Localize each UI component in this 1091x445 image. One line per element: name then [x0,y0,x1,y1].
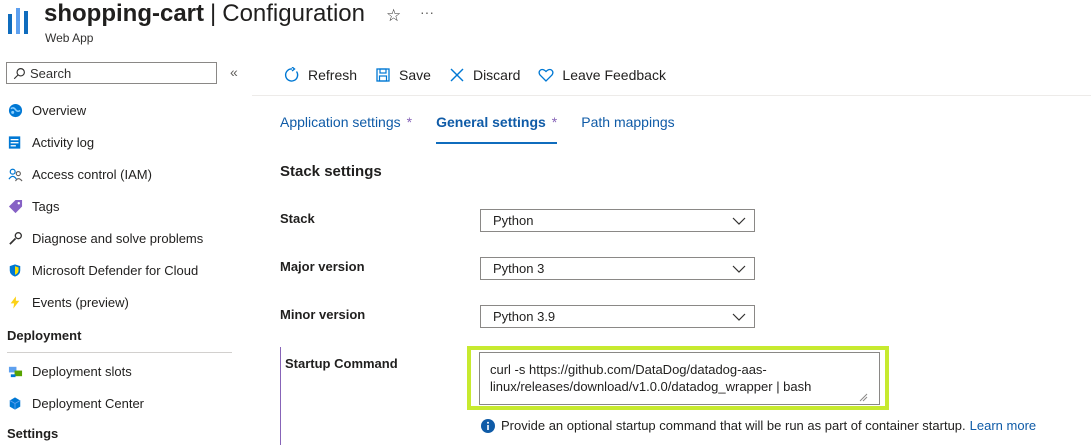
startup-command-input[interactable]: curl -s https://github.com/DataDog/datad… [479,352,880,405]
star-outline-icon[interactable]: ☆ [386,6,401,26]
tab-label: Application settings [280,114,401,130]
search-input[interactable] [30,65,210,81]
resource-menu: « Overview Activity log Access control (… [0,56,250,445]
minor-version-label: Minor version [280,307,366,322]
sidebar-item-overview[interactable]: Overview [0,94,250,126]
stack-dropdown[interactable]: Python [480,209,755,232]
sidebar-item-label: Tags [32,198,60,214]
title-separator: | [210,0,217,27]
discard-button[interactable]: Discard [449,67,520,83]
sidebar-item-label: Overview [32,102,87,118]
sidebar-item-deployment-center[interactable]: Deployment Center [0,387,250,419]
wrench-icon [7,230,23,246]
chevron-down-icon [732,265,746,273]
info-icon [481,418,495,433]
toolbar-divider [252,95,1091,96]
startup-command-label: Startup Command [285,356,398,371]
page-header: shopping-cart | Configuration ☆ ··· Web … [0,0,1091,52]
activity-log-icon [7,134,23,150]
stack-label: Stack [280,211,315,226]
save-label: Save [399,67,431,83]
resource-type: Web App [45,31,94,45]
search-box[interactable] [6,62,217,84]
sidebar-item-label: Deployment Center [32,395,144,411]
search-icon [13,67,25,79]
blade-title: Configuration [222,0,365,27]
sidebar-item-label: Events (preview) [32,294,129,310]
minor-version-value: Python 3.9 [493,309,556,324]
chevron-down-icon [732,217,746,225]
refresh-icon [284,67,299,82]
people-icon [7,166,23,182]
sidebar-item-deployment-slots[interactable]: Deployment slots [0,355,250,387]
shield-icon [7,262,23,278]
leave-feedback-button[interactable]: Leave Feedback [538,67,666,83]
modified-indicator: * [406,114,413,130]
sidebar-item-label: Microsoft Defender for Cloud [32,262,199,278]
settings-tabs: Application settings * General settings … [280,112,699,144]
stack-value: Python [493,213,534,228]
refresh-label: Refresh [308,67,358,83]
sidebar-item-events[interactable]: Events (preview) [0,286,250,318]
command-bar: Refresh Save Discard Leave Feedback [284,64,684,86]
major-version-dropdown[interactable]: Python 3 [480,257,755,280]
web-app-logo-icon [8,8,28,34]
tab-application-settings[interactable]: Application settings * [280,112,412,144]
sidebar-item-activity-log[interactable]: Activity log [0,126,250,158]
lightning-icon [7,294,23,310]
tab-label: Path mappings [581,114,675,130]
sidebar-item-tags[interactable]: Tags [0,190,250,222]
resize-grip-icon[interactable] [858,392,868,402]
major-version-label: Major version [280,259,365,274]
sidebar-item-label: Activity log [32,134,95,150]
learn-more-link[interactable]: Learn more [970,418,1036,433]
sidebar-item-label: Diagnose and solve problems [32,230,204,246]
deployment-slots-icon [7,363,23,379]
double-chevron-left-icon[interactable]: « [230,64,238,80]
save-button[interactable]: Save [375,67,431,83]
close-icon [450,68,464,82]
resource-name: shopping-cart [44,0,204,27]
major-version-value: Python 3 [493,261,545,276]
sidebar-item-label: Access control (IAM) [32,166,152,182]
save-icon [376,68,390,82]
section-heading-settings: Settings [7,426,59,441]
startup-command-info: Provide an optional startup command that… [481,418,1036,433]
tag-icon [7,198,23,214]
sidebar-item-diagnose[interactable]: Diagnose and solve problems [0,222,250,254]
chevron-down-icon [732,313,746,321]
modified-indicator: * [551,114,558,130]
globe-icon [7,102,23,118]
sidebar-item-label: Deployment slots [32,363,132,379]
tab-label: General settings [436,114,546,130]
section-heading-stack-settings: Stack settings [280,163,382,180]
ellipsis-icon[interactable]: ··· [420,4,434,20]
nav-list: Overview Activity log Access control (IA… [0,94,250,441]
tab-general-settings[interactable]: General settings * [436,112,558,144]
heart-icon [538,68,554,82]
modified-field-bar [280,347,281,445]
feedback-label: Leave Feedback [562,67,666,83]
section-heading-deployment: Deployment [7,327,82,343]
info-text: Provide an optional startup command that… [501,418,966,433]
minor-version-dropdown[interactable]: Python 3.9 [480,305,755,328]
tab-path-mappings[interactable]: Path mappings [581,112,674,144]
refresh-button[interactable]: Refresh [284,67,357,83]
sidebar-item-defender[interactable]: Microsoft Defender for Cloud [0,254,250,286]
discard-label: Discard [472,67,521,83]
section-divider [7,352,232,353]
sidebar-item-access-control[interactable]: Access control (IAM) [0,158,250,190]
cube-icon [7,395,23,411]
page-title: shopping-cart | Configuration [44,0,365,28]
